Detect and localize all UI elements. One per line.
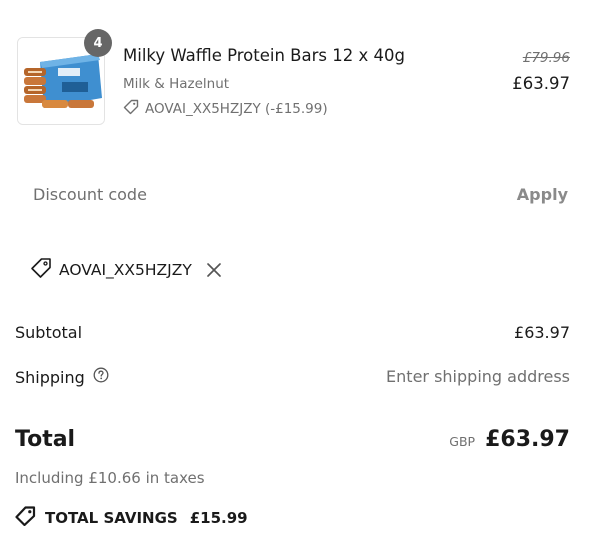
tag-icon bbox=[30, 257, 52, 283]
tag-icon bbox=[123, 99, 139, 119]
subtotal-value: £63.97 bbox=[514, 323, 570, 342]
shipping-value: Enter shipping address bbox=[386, 367, 570, 386]
product-variant: Milk & Hazelnut bbox=[123, 76, 230, 92]
applied-discount-code: AOVAI_XX5HZJZY bbox=[59, 261, 192, 279]
apply-button[interactable]: Apply bbox=[515, 176, 570, 212]
applied-discount-chip: AOVAI_XX5HZJZY bbox=[30, 257, 223, 283]
savings-value: £15.99 bbox=[189, 509, 248, 527]
product-name: Milky Waffle Protein Bars 12 x 40g bbox=[123, 46, 405, 65]
quantity-badge: 4 bbox=[84, 29, 112, 57]
shipping-label-row: Shipping bbox=[15, 367, 109, 387]
product-price: £63.97 bbox=[512, 74, 570, 93]
total-savings: TOTAL SAVINGS £15.99 bbox=[15, 506, 248, 530]
subtotal-label: Subtotal bbox=[15, 323, 83, 342]
total-value: £63.97 bbox=[485, 427, 570, 452]
total-label: Total bbox=[15, 427, 76, 452]
original-price: £79.96 bbox=[522, 50, 570, 66]
total-amount: GBP £63.97 bbox=[449, 427, 570, 452]
product-discount-text: AOVAI_XX5HZJZY (-£15.99) bbox=[145, 101, 328, 117]
shipping-label: Shipping bbox=[15, 367, 85, 387]
discount-code-form: Apply bbox=[17, 164, 570, 224]
product-discount-allocation: AOVAI_XX5HZJZY (-£15.99) bbox=[123, 99, 328, 119]
close-icon[interactable] bbox=[205, 261, 223, 279]
tag-icon bbox=[15, 506, 37, 530]
savings-label: TOTAL SAVINGS bbox=[45, 509, 178, 527]
help-icon[interactable] bbox=[93, 367, 109, 387]
discount-code-input[interactable] bbox=[17, 164, 477, 224]
tax-note: Including £10.66 in taxes bbox=[15, 469, 205, 487]
currency-code: GBP bbox=[449, 434, 476, 449]
